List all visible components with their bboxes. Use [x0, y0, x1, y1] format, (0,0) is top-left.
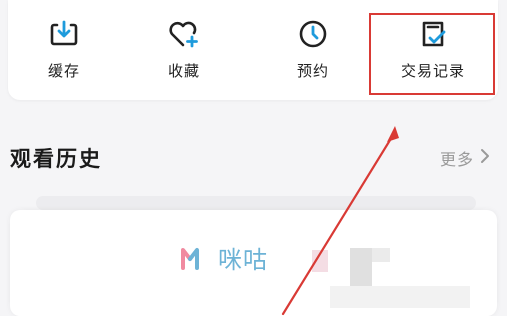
annotation-arrow	[281, 126, 399, 316]
